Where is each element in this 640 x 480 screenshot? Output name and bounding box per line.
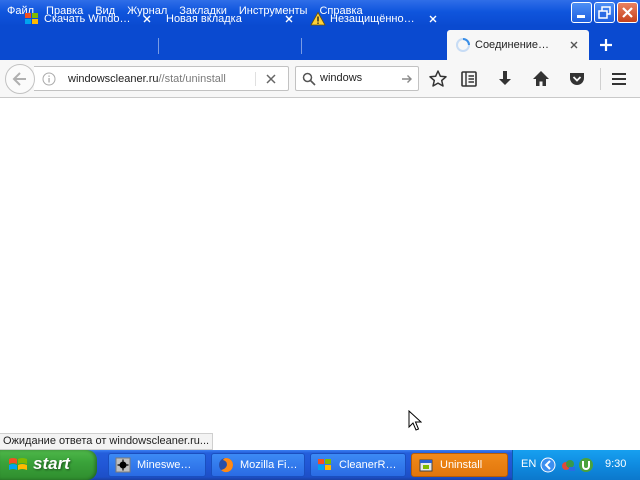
toolbar-divider — [600, 68, 601, 90]
windows-logo-icon — [25, 13, 38, 24]
new-tab-button[interactable] — [596, 35, 616, 55]
taskbar-item-label: Mozilla Fi… — [240, 459, 298, 471]
downloads-icon[interactable] — [495, 69, 515, 89]
tab-title: Новая вкладка — [166, 13, 242, 25]
minimize-button[interactable] — [571, 2, 592, 23]
close-tab-icon[interactable] — [426, 12, 440, 26]
clock[interactable]: 9:30 — [605, 458, 626, 470]
language-indicator[interactable]: EN — [521, 458, 536, 470]
taskbar-item-label: Uninstall — [440, 459, 483, 471]
firefox-icon — [219, 458, 234, 473]
window-controls — [571, 2, 638, 23]
tab-insecure[interactable]: Незащищённо… — [310, 6, 440, 32]
tray-collapse-icon[interactable] — [540, 457, 556, 473]
tab-title: Соединение… — [475, 39, 550, 51]
start-button[interactable]: start — [0, 450, 97, 480]
cleaner-icon — [318, 459, 331, 470]
uninstall-icon — [419, 459, 433, 472]
close-tab-icon[interactable] — [567, 38, 581, 52]
close-tab-icon[interactable] — [140, 12, 154, 26]
tab-title: Скачать Windo… — [44, 13, 131, 25]
taskbar-item-minesweeper[interactable]: Mineswe… — [108, 453, 206, 477]
close-tab-icon[interactable] — [282, 12, 296, 26]
tab-new-tab[interactable]: Новая вкладка — [166, 6, 296, 32]
taskbar: start Mineswe… Mozilla Fi… CleanerR… Uni… — [0, 450, 640, 480]
url-text[interactable]: windowscleaner.ru//stat/uninstall — [68, 73, 226, 85]
windows-flag-icon — [9, 458, 27, 470]
hamburger-menu-icon[interactable] — [609, 69, 629, 89]
start-label: start — [33, 454, 70, 473]
home-icon[interactable] — [531, 69, 551, 89]
taskbar-item-uninstall[interactable]: Uninstall — [411, 453, 508, 477]
site-info-icon[interactable] — [42, 72, 56, 86]
navigation-toolbar: windowscleaner.ru//stat/uninstall — [0, 60, 640, 98]
tab-title: Незащищённо… — [330, 13, 415, 25]
url-host: windowscleaner.ru — [68, 73, 159, 85]
utorrent-icon[interactable] — [578, 457, 594, 473]
network-tray-icon[interactable] — [560, 457, 576, 473]
search-bar[interactable] — [295, 66, 419, 91]
taskbar-item-label: CleanerR… — [339, 459, 397, 471]
bookmark-star-icon[interactable] — [428, 69, 448, 89]
minesweeper-icon — [115, 457, 131, 473]
warning-icon — [310, 11, 326, 26]
system-tray: EN 9:30 — [512, 450, 640, 480]
url-divider — [255, 72, 256, 86]
taskbar-item-cleaner[interactable]: CleanerR… — [310, 453, 406, 477]
page-content[interactable] — [0, 99, 640, 449]
loading-spinner-icon — [456, 38, 470, 52]
taskbar-item-firefox[interactable]: Mozilla Fi… — [211, 453, 305, 477]
search-input[interactable] — [320, 72, 400, 84]
search-go-icon[interactable] — [401, 73, 413, 85]
back-arrow-icon — [12, 72, 26, 86]
tab-connecting[interactable]: Соединение… — [447, 30, 589, 60]
tab-separator — [158, 38, 159, 54]
taskbar-item-label: Mineswe… — [137, 459, 192, 471]
close-window-button[interactable] — [617, 2, 638, 23]
url-bar[interactable]: windowscleaner.ru//stat/uninstall — [34, 66, 289, 91]
url-path: //stat/uninstall — [158, 73, 226, 85]
tab-separator — [301, 38, 302, 54]
tab-download-windows[interactable]: Скачать Windo… — [24, 6, 154, 32]
search-icon[interactable] — [302, 72, 316, 86]
pocket-icon[interactable] — [567, 69, 587, 89]
back-button[interactable] — [5, 64, 35, 94]
close-icon — [622, 7, 633, 18]
status-bar: Ожидание ответа от windowscleaner.ru... — [0, 433, 214, 450]
mouse-cursor-icon — [408, 410, 422, 431]
reader-list-icon[interactable] — [459, 69, 479, 89]
restore-icon — [598, 6, 611, 19]
minimize-icon — [577, 15, 585, 18]
stop-loading-icon[interactable] — [265, 73, 277, 85]
restore-button[interactable] — [594, 2, 615, 23]
